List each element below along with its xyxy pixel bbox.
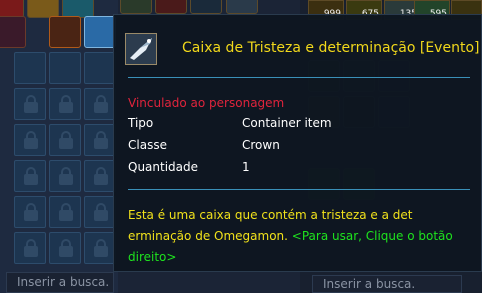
- type-value: Container item: [242, 116, 332, 130]
- locked-slot: [49, 232, 81, 264]
- class-value: Crown: [242, 138, 280, 152]
- locked-slot: [14, 232, 46, 264]
- locked-slot: [49, 88, 81, 120]
- item-slot-fire-creature[interactable]: [49, 16, 81, 48]
- empty-slot[interactable]: [49, 52, 81, 84]
- inventory-search-input[interactable]: Inserir a busca.: [6, 272, 114, 293]
- header-item-1-icon[interactable]: [120, 0, 152, 14]
- item-slot-box-selected[interactable]: [84, 16, 116, 48]
- locked-slot: [14, 124, 46, 156]
- locked-slot: [14, 88, 46, 120]
- item-description: Esta é uma caixa que contém a tristeza e…: [128, 205, 473, 268]
- locked-slot: [49, 196, 81, 228]
- quantity-label: Quantidade: [128, 160, 199, 174]
- locked-slot: [84, 124, 116, 156]
- header-item-3-icon[interactable]: [190, 0, 222, 14]
- locked-slot: [49, 160, 81, 192]
- locked-slot: [84, 160, 116, 192]
- item-tooltip: Caixa de Tristeza e determinação [Evento…: [113, 14, 482, 272]
- quantity-value: 1: [242, 160, 250, 174]
- locked-slot: [14, 160, 46, 192]
- locked-slot: [14, 196, 46, 228]
- locked-slot: [49, 124, 81, 156]
- empty-slot[interactable]: [84, 52, 116, 84]
- bound-status: Vinculado ao personagem: [128, 96, 285, 110]
- locked-slot: [84, 88, 116, 120]
- separator: [128, 189, 470, 190]
- locked-slot: [84, 232, 116, 264]
- header-item-4-icon[interactable]: [226, 0, 258, 14]
- class-label: Classe: [128, 138, 167, 152]
- empty-slot[interactable]: [14, 52, 46, 84]
- type-label: Tipo: [128, 116, 154, 130]
- separator: [128, 77, 470, 78]
- tooltip-title: Caixa de Tristeza e determinação [Evento…: [182, 40, 480, 56]
- box-item-icon: [125, 33, 157, 65]
- header-item-2-icon[interactable]: [155, 0, 187, 14]
- item-slot-emblem[interactable]: [0, 16, 26, 48]
- right-search-input[interactable]: Inserir a busca.: [312, 275, 462, 293]
- locked-slot: [84, 196, 116, 228]
- inventory-panel: Inserir a busca.: [0, 0, 118, 293]
